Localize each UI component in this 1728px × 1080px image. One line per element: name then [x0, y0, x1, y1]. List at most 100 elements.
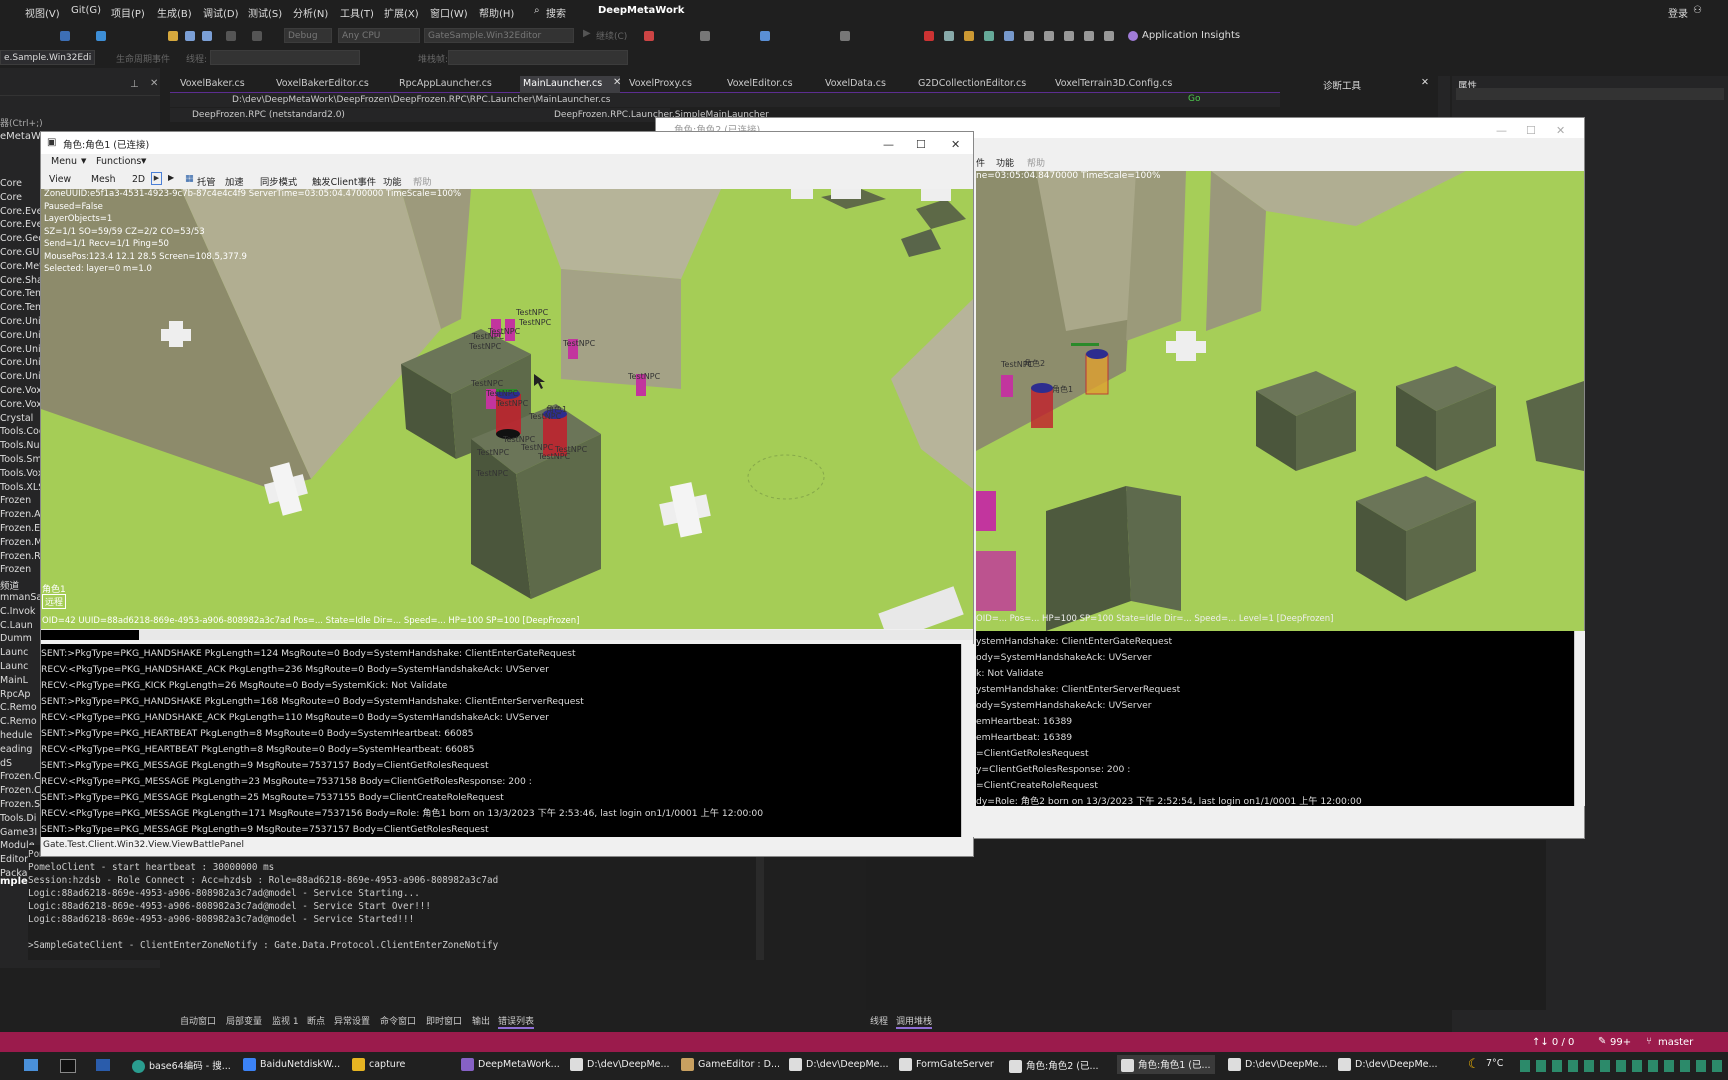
powershell-icon[interactable] [96, 1059, 110, 1071]
tab-error-list[interactable]: 错误列表 [498, 1014, 535, 1029]
solution-tree-item[interactable]: Dumm [0, 633, 32, 644]
managed-button[interactable]: 托管 [197, 174, 216, 188]
2d-toggle[interactable]: 2D [132, 174, 145, 185]
taskbar-item-gameeditor[interactable]: GameEditor : D... [681, 1058, 780, 1071]
properties-combo[interactable] [1456, 88, 1724, 100]
tool-e-icon[interactable] [1024, 31, 1034, 41]
pin-icon[interactable]: ⊥ [130, 79, 139, 90]
menu-item-view[interactable]: 视图(V) [25, 5, 60, 20]
role1-minimize-button[interactable]: — [883, 138, 894, 151]
close-panel-icon[interactable]: ✕ [150, 78, 158, 89]
search-icon[interactable]: ⌕ [534, 5, 540, 16]
solution-tree-item[interactable]: C.Invok [0, 606, 35, 617]
stackframe-combo[interactable] [448, 50, 628, 65]
git-branch[interactable]: master [1658, 1037, 1693, 1048]
tool-red-icon[interactable] [924, 31, 934, 41]
taskbar-item-dev4[interactable]: D:\dev\DeepMe... [1338, 1058, 1438, 1071]
back-icon[interactable] [60, 31, 70, 41]
new-project-icon[interactable] [96, 31, 106, 41]
functions-menu[interactable]: 功能 [383, 174, 402, 188]
menu-item-help[interactable]: 帮助(H) [479, 5, 514, 20]
solution-tree-item[interactable]: Launc [0, 647, 28, 658]
solution-tree-item[interactable]: C.Remo [0, 716, 37, 727]
tab-autos[interactable]: 自动窗口 [180, 1014, 216, 1027]
solution-tree-item[interactable]: Frozen [0, 564, 31, 575]
platform-combo[interactable]: Any CPU [338, 28, 420, 43]
menu-item-git[interactable]: Git(G) [71, 5, 101, 16]
solution-tree-item[interactable]: Frozen.C [0, 771, 41, 782]
temperature[interactable]: 7°C [1486, 1058, 1503, 1069]
solution-tree-item[interactable]: Core [0, 178, 22, 189]
save-icon[interactable] [185, 31, 195, 41]
play-icon[interactable]: ▶ [151, 172, 162, 185]
solution-search-input[interactable]: 器(Ctrl+;) [0, 116, 43, 129]
tool-g-icon[interactable] [1064, 31, 1074, 41]
tab-exception-settings[interactable]: 异常设置 [334, 1014, 370, 1027]
taskbar-item-dev1[interactable]: D:\dev\DeepMe... [570, 1058, 670, 1071]
solution-tree-item[interactable]: hedule [0, 730, 32, 741]
tab-voxeldata[interactable]: VoxelData.cs [825, 78, 886, 89]
view-menu[interactable]: View [49, 174, 71, 185]
open-icon[interactable] [168, 31, 178, 41]
tab-call-stack[interactable]: 调用堆栈 [896, 1014, 933, 1029]
tab-g2dcollectioneditor[interactable]: G2DCollectionEditor.cs [918, 78, 1026, 89]
solution-tree-item[interactable]: Frozen [0, 495, 31, 506]
solution-tree-item[interactable]: Tools.Sm [0, 454, 42, 465]
solution-tree-item[interactable]: Tools.Di [0, 813, 36, 824]
error-count[interactable]: 99+ [1610, 1037, 1631, 1048]
login-link[interactable]: 登录 [1668, 5, 1688, 20]
play-icon[interactable]: ▶ [583, 28, 591, 39]
hot-reload-icon[interactable] [700, 31, 710, 41]
tool-c-icon[interactable] [984, 31, 994, 41]
menu-item-project[interactable]: 项目(P) [111, 5, 145, 20]
thread-combo[interactable] [210, 50, 360, 65]
diagnostics-close-icon[interactable]: ✕ [1421, 77, 1429, 88]
taskbar-item-role1[interactable]: 角色:角色1 (已... [1117, 1055, 1215, 1074]
app-insights-icon[interactable] [1128, 31, 1138, 41]
tray-icons[interactable] [1520, 1060, 1725, 1072]
search-box[interactable]: 搜索 [546, 5, 566, 20]
role1-close-button[interactable]: ✕ [951, 138, 960, 151]
tool-a-icon[interactable] [944, 31, 954, 41]
tab-mainlauncher[interactable]: MainLauncher.cs [520, 76, 621, 94]
solution-tree-item[interactable]: Launc [0, 661, 28, 672]
save-all-icon[interactable] [202, 31, 212, 41]
remote-button[interactable]: 远程 [42, 594, 67, 609]
menu-item-tools[interactable]: 工具(T) [340, 5, 374, 20]
account-icon[interactable]: ⚇ [1693, 5, 1702, 16]
tab-command-window[interactable]: 命令窗口 [380, 1014, 416, 1027]
start-icon[interactable] [24, 1059, 38, 1071]
tab-voxelproxy[interactable]: VoxelProxy.cs [629, 78, 692, 89]
terminal-icon[interactable] [60, 1059, 76, 1073]
solution-tree-item[interactable]: RpcAp [0, 689, 30, 700]
taskbar-item-formgateserver[interactable]: FormGateServer [899, 1058, 994, 1071]
project-combo[interactable]: e.Sample.Win32Edi [0, 50, 95, 65]
undo-icon[interactable] [226, 31, 236, 41]
role2-functions-menu[interactable]: 功能 [996, 156, 1014, 169]
solution-tree-item[interactable]: mmanSa [0, 592, 42, 603]
solution-tree-item[interactable]: 频道 [0, 578, 19, 592]
role2-minimize-button[interactable]: — [1496, 124, 1507, 137]
tool-i-icon[interactable] [1104, 31, 1114, 41]
solution-tree-item[interactable]: Editor [0, 854, 28, 865]
tab-voxelbaker[interactable]: VoxelBaker.cs [180, 78, 245, 89]
solution-tree-item[interactable]: Game3I [0, 827, 37, 838]
role2-close-button[interactable]: ✕ [1556, 124, 1565, 137]
close-tab-icon[interactable]: ✕ [613, 77, 621, 88]
role2-scene-view[interactable]: TestNPC 角色2 角色1 ne=03:05:04.8470000 Time… [976, 171, 1584, 631]
role2-log-scrollbar[interactable] [1574, 631, 1585, 806]
solution-tree-item[interactable]: Core [0, 192, 22, 203]
role2-help-menu[interactable]: 帮助 [1027, 156, 1045, 169]
solution-tree-item[interactable]: MainL [0, 675, 28, 686]
taskbar-item-role2[interactable]: 角色:角色2 (已... [1009, 1058, 1099, 1073]
sync-mode-menu[interactable]: 同步模式 [260, 174, 297, 188]
bookmark-icon[interactable] [840, 31, 850, 41]
tool-d-icon[interactable] [1004, 31, 1014, 41]
trigger-client-event-button[interactable]: 触发Client事件 [312, 174, 376, 188]
role2-maximize-button[interactable]: ☐ [1526, 124, 1536, 137]
role1-log-scrollbar[interactable] [961, 644, 974, 837]
tab-rpcapplauncher[interactable]: RpcAppLauncher.cs [399, 78, 492, 89]
taskbar-item-capture[interactable]: capture [352, 1058, 405, 1071]
role2-file-menu[interactable]: 件 [976, 156, 985, 169]
step-icon[interactable] [760, 31, 770, 41]
